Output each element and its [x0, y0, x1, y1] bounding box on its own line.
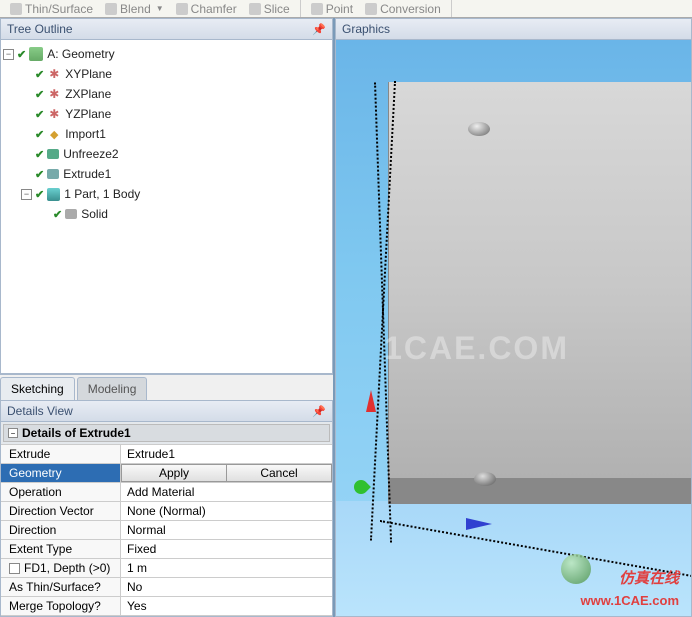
- tree-node-import1[interactable]: ✔◆Import1: [3, 124, 330, 144]
- tree-node-extrude1[interactable]: ✔Extrude1: [3, 164, 330, 184]
- details-row-geometry[interactable]: Geometry Apply Cancel: [1, 464, 332, 483]
- details-view-header: Details View 📌: [0, 400, 333, 422]
- cancel-button[interactable]: Cancel: [227, 464, 332, 482]
- tree-node-unfreeze2[interactable]: ✔Unfreeze2: [3, 144, 330, 164]
- tab-modeling[interactable]: Modeling: [77, 377, 148, 400]
- tree-tabs: Sketching Modeling: [0, 374, 333, 400]
- hole-feature[interactable]: [468, 122, 490, 136]
- graphics-header: Graphics: [335, 18, 692, 40]
- solid-icon: [65, 209, 77, 219]
- tree-node-parts[interactable]: −✔1 Part, 1 Body: [3, 184, 330, 204]
- check-icon: ✔: [35, 128, 44, 141]
- tab-sketching[interactable]: Sketching: [0, 377, 75, 400]
- slice-button[interactable]: Slice: [243, 2, 296, 16]
- triad-axis-x[interactable]: [466, 518, 492, 530]
- tree-outline-header: Tree Outline 📌: [0, 18, 333, 40]
- part-icon: [47, 188, 60, 201]
- import-icon: ◆: [47, 127, 61, 141]
- conversion-button[interactable]: Conversion: [359, 2, 447, 16]
- triad-axis-z[interactable]: [366, 390, 376, 412]
- check-icon: ✔: [35, 148, 44, 161]
- tree-node-root[interactable]: − ✔ A: Geometry: [3, 44, 330, 64]
- toolbar: Thin/Surface Blend▼ Chamfer Slice Point …: [0, 0, 692, 18]
- extrude-icon: [47, 169, 59, 179]
- chat-bubble-icon: [561, 554, 591, 584]
- geometry-icon: [29, 47, 43, 61]
- details-row-extent-type[interactable]: Extent Type Fixed: [1, 540, 332, 559]
- check-icon: ✔: [35, 168, 44, 181]
- thin-surface-icon: [10, 3, 22, 15]
- model-base[interactable]: [388, 478, 692, 504]
- details-grid: − Details of Extrude1 Extrude Extrude1 G…: [0, 422, 333, 617]
- collapse-icon[interactable]: −: [3, 49, 14, 60]
- details-row-thin[interactable]: As Thin/Surface? No: [1, 578, 332, 597]
- conversion-icon: [365, 3, 377, 15]
- check-icon: ✔: [35, 188, 44, 201]
- unfreeze-icon: [47, 149, 59, 159]
- check-icon: ✔: [35, 68, 44, 81]
- collapse-icon[interactable]: −: [21, 189, 32, 200]
- pin-icon[interactable]: 📌: [312, 23, 326, 36]
- chevron-down-icon: ▼: [156, 4, 164, 13]
- blend-button[interactable]: Blend▼: [99, 2, 170, 16]
- plane-icon: ✱: [47, 107, 61, 121]
- blend-icon: [105, 3, 117, 15]
- tree-node-xyplane[interactable]: ✔✱XYPlane: [3, 64, 330, 84]
- slice-icon: [249, 3, 261, 15]
- depth-checkbox[interactable]: [9, 563, 20, 574]
- details-row-extrude[interactable]: Extrude Extrude1: [1, 445, 332, 464]
- pin-icon[interactable]: 📌: [312, 405, 326, 418]
- details-row-direction-vector[interactable]: Direction Vector None (Normal): [1, 502, 332, 521]
- details-row-depth[interactable]: FD1, Depth (>0) 1 m: [1, 559, 332, 578]
- thin-surface-button[interactable]: Thin/Surface: [4, 2, 99, 16]
- chamfer-button[interactable]: Chamfer: [170, 2, 243, 16]
- tree-node-yzplane[interactable]: ✔✱YZPlane: [3, 104, 330, 124]
- check-icon: ✔: [35, 88, 44, 101]
- triad-axis-y[interactable]: [351, 477, 371, 497]
- tree-node-solid[interactable]: ✔Solid: [3, 204, 330, 224]
- apply-button[interactable]: Apply: [121, 464, 227, 482]
- details-row-direction[interactable]: Direction Normal: [1, 521, 332, 540]
- check-icon: ✔: [17, 48, 26, 61]
- point-icon: [311, 3, 323, 15]
- collapse-icon[interactable]: −: [8, 428, 18, 438]
- details-row-merge[interactable]: Merge Topology? Yes: [1, 597, 332, 616]
- tree-outline[interactable]: − ✔ A: Geometry ✔✱XYPlane ✔✱ZXPlane ✔✱YZ…: [0, 40, 333, 374]
- plane-icon: ✱: [47, 67, 61, 81]
- tree-node-zxplane[interactable]: ✔✱ZXPlane: [3, 84, 330, 104]
- check-icon: ✔: [53, 208, 62, 221]
- hole-feature[interactable]: [474, 472, 496, 486]
- chamfer-icon: [176, 3, 188, 15]
- plane-icon: ✱: [47, 87, 61, 101]
- check-icon: ✔: [35, 108, 44, 121]
- graphics-viewport[interactable]: 1CAE.COM 仿真在线 www.1CAE.com: [335, 40, 692, 617]
- model-body[interactable]: [388, 82, 692, 486]
- details-row-operation[interactable]: Operation Add Material: [1, 483, 332, 502]
- point-button[interactable]: Point: [305, 2, 359, 16]
- details-title[interactable]: − Details of Extrude1: [1, 422, 332, 445]
